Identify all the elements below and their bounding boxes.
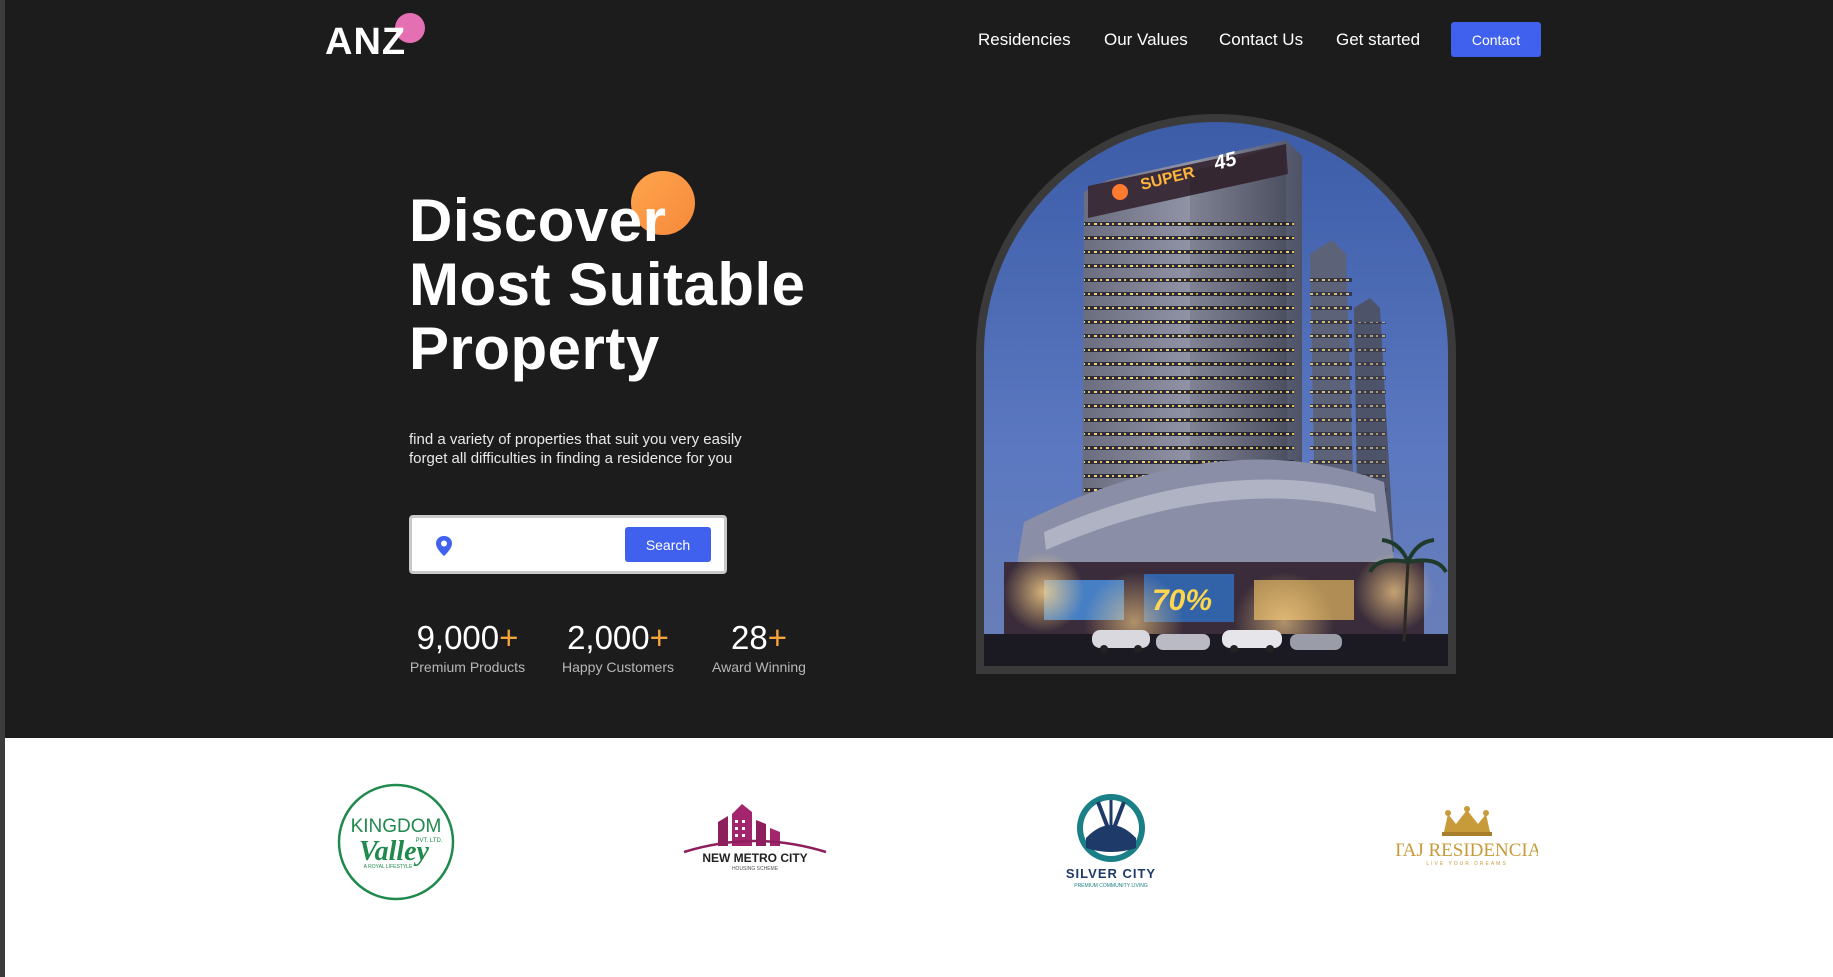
silver-city-logo: SILVER CITY PREMIUM COMMUNITY LIVING: [1066, 794, 1156, 889]
hero-subtext: find a variety of properties that suit y…: [409, 430, 742, 468]
silver-city-name: SILVER CITY: [1066, 866, 1156, 881]
logo[interactable]: ANZ: [325, 22, 406, 62]
headline-line: Discover: [409, 187, 667, 254]
subtext-line: find a variety of properties that suit y…: [409, 431, 742, 448]
hero-building-image: SUPER 45 70%: [984, 122, 1448, 666]
stat-value: 28: [731, 619, 768, 656]
kingdom-logo-word: KINGDOM: [351, 816, 442, 837]
kingdom-logo-tagline: A ROYAL LIFESTYLE: [364, 864, 413, 870]
hero-headline: Discover Most Suitable Property: [409, 189, 806, 381]
stat-value: 9,000: [416, 619, 500, 656]
nav-item-residencies[interactable]: Residencies: [978, 29, 1071, 51]
kingdom-valley-logo: KINGDOM Valley PVT. LTD. A ROYAL LIFESTY…: [337, 783, 455, 901]
taj-residencia-tagline: LIVE YOUR DREAMS: [1426, 861, 1507, 867]
stat-number: 9,000+: [409, 618, 526, 658]
search-bar: Search: [409, 515, 727, 574]
partner-logo-new-metro-city[interactable]: NEW METRO CITY HOUSING SCHEME: [680, 800, 830, 882]
hero-section: [0, 0, 1833, 738]
partner-logo-kingdom-valley[interactable]: KINGDOM Valley PVT. LTD. A ROYAL LIFESTY…: [336, 782, 456, 902]
stat-number: 28+: [709, 618, 809, 658]
partner-logo-taj-residencia[interactable]: TAJ RESIDENCIA LIVE YOUR DREAMS: [1393, 806, 1542, 874]
partner-logo-silver-city[interactable]: SILVER CITY PREMIUM COMMUNITY LIVING: [1058, 792, 1164, 892]
stat-label: Premium Products: [409, 659, 526, 675]
taj-residencia-logo: TAJ RESIDENCIA LIVE YOUR DREAMS: [1393, 806, 1542, 867]
kingdom-logo-tag: PVT. LTD.: [416, 838, 443, 844]
stat-happy-customers: 2,000+ Happy Customers: [560, 618, 676, 676]
silver-city-tagline: PREMIUM COMMUNITY LIVING: [1074, 883, 1148, 889]
stat-number: 2,000+: [560, 618, 676, 658]
stat-label: Happy Customers: [561, 659, 675, 675]
building-illustration: SUPER 45 70%: [984, 122, 1448, 666]
headline-line: Most Suitable: [409, 251, 806, 318]
new-metro-city-tagline: HOUSING SCHEME: [732, 866, 779, 872]
stat-label: Award Winning: [712, 659, 806, 675]
taj-residencia-name: TAJ RESIDENCIA: [1396, 840, 1538, 861]
stat-premium-products: 9,000+ Premium Products: [409, 618, 526, 676]
stat-value: 2,000: [567, 619, 650, 656]
headline-line: Property: [409, 315, 660, 382]
stat-plus: +: [767, 619, 787, 656]
stat-plus: +: [649, 619, 669, 656]
stat-plus: +: [499, 619, 519, 656]
new-metro-city-name: NEW METRO CITY: [702, 851, 807, 865]
search-input[interactable]: [464, 530, 624, 560]
nav-item-our-values[interactable]: Our Values: [1104, 29, 1188, 51]
left-edge-border: [0, 0, 5, 977]
nav-item-contact-us[interactable]: Contact Us: [1219, 29, 1303, 51]
stat-award-winning: 28+ Award Winning: [709, 618, 809, 676]
contact-button[interactable]: Contact: [1451, 22, 1541, 57]
location-pin-icon: [436, 536, 452, 556]
search-button[interactable]: Search: [625, 527, 711, 562]
subtext-line: forget all difficulties in finding a res…: [409, 450, 733, 467]
nav-item-get-started[interactable]: Get started: [1336, 29, 1420, 51]
new-metro-city-logo: NEW METRO CITY HOUSING SCHEME: [683, 804, 827, 872]
